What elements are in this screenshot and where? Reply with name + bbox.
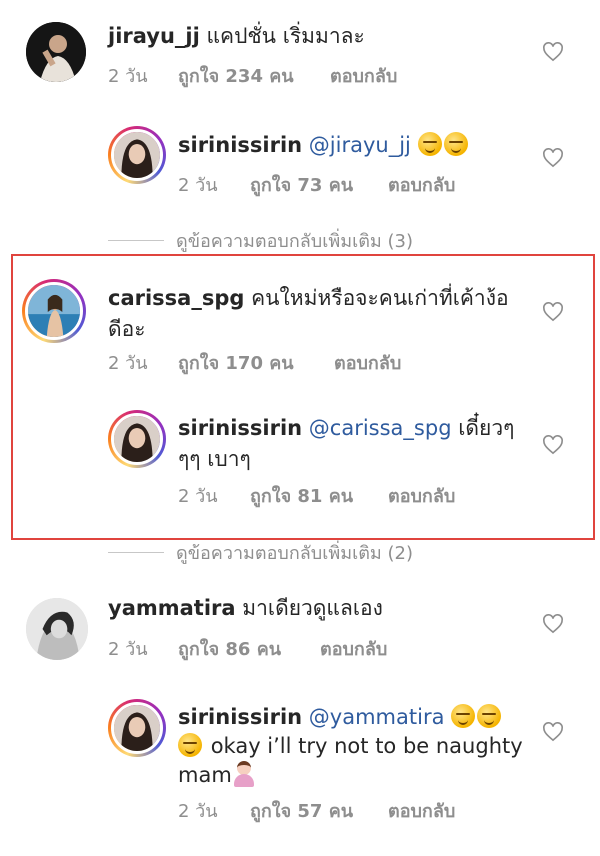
comment-likes[interactable]: ถูกใจ 81 คน — [250, 481, 388, 510]
comment-likes[interactable]: ถูกใจ 57 คน — [250, 796, 388, 825]
smirk-face-icon — [451, 704, 476, 728]
comment-time: 2 วัน — [178, 175, 218, 196]
comment-likes[interactable]: ถูกใจ 234 คน — [178, 61, 330, 90]
heart-icon[interactable] — [542, 302, 564, 322]
comment-meta: 2 วัน ถูกใจ 234 คน ตอบกลับ — [108, 61, 397, 90]
comment-meta: 2 วัน ถูกใจ 73 คน ตอบกลับ — [178, 170, 455, 199]
comment-text-continued: ดีอะ — [108, 317, 146, 341]
comment-meta: 2 วัน ถูกใจ 57 คน ตอบกลับ — [178, 796, 455, 825]
view-more-label: ดูข้อความตอบกลับเพิ่มเติม (2) — [176, 543, 414, 564]
view-more-label: ดูข้อความตอบกลับเพิ่มเติม (3) — [176, 231, 414, 252]
comment-likes[interactable]: ถูกใจ 73 คน — [250, 170, 388, 199]
reply-button[interactable]: ตอบกลับ — [388, 170, 455, 199]
comment-time: 2 วัน — [108, 353, 148, 374]
comment-time: 2 วัน — [108, 66, 148, 87]
comment-time: 2 วัน — [178, 486, 218, 507]
comment-username[interactable]: yammatira — [108, 596, 236, 620]
woman-gesturing-ok-icon — [232, 761, 256, 787]
wink-face-icon — [417, 132, 442, 156]
reply-button[interactable]: ตอบกลับ — [388, 481, 455, 510]
comment-time: 2 วัน — [108, 639, 148, 660]
comment-meta: 2 วัน ถูกใจ 81 คน ตอบกลับ — [178, 481, 455, 510]
comment-text: okay i’ll try not to be naughty — [210, 734, 523, 758]
avatar[interactable] — [22, 279, 86, 343]
divider — [108, 240, 164, 241]
avatar[interactable] — [108, 126, 166, 184]
smirk-face-icon — [178, 733, 202, 757]
comment-username[interactable]: carissa_spg — [108, 286, 244, 310]
heart-icon[interactable] — [542, 722, 564, 742]
heart-icon[interactable] — [542, 42, 564, 62]
comment-text: เดี๋ยวๆ — [458, 416, 515, 440]
heart-icon[interactable] — [542, 614, 564, 634]
comment-username[interactable]: sirinissirin — [178, 416, 302, 440]
mention-link[interactable]: @yammatira — [309, 705, 445, 729]
smirk-face-icon — [443, 132, 468, 156]
view-more-replies[interactable]: ดูข้อความตอบกลับเพิ่มเติม (3) — [108, 226, 413, 255]
comment-text: มาเดียวดูแลเอง — [242, 596, 383, 620]
reply-button[interactable]: ตอบกลับ — [334, 348, 401, 377]
heart-icon[interactable] — [542, 148, 564, 168]
divider — [108, 552, 164, 553]
comment-username[interactable]: sirinissirin — [178, 705, 302, 729]
comment-likes[interactable]: ถูกใจ 86 คน — [178, 634, 320, 663]
comment-meta: 2 วัน ถูกใจ 170 คน ตอบกลับ — [108, 348, 401, 377]
reply-button[interactable]: ตอบกลับ — [320, 634, 387, 663]
comment-text-continued: ๆๆ เบาๆ — [178, 447, 251, 471]
reply-button[interactable]: ตอบกลับ — [388, 796, 455, 825]
mention-link[interactable]: @jirayu_jj — [309, 133, 411, 157]
mention-link[interactable]: @carissa_spg — [309, 416, 452, 440]
avatar[interactable] — [26, 22, 86, 82]
smirk-face-icon — [477, 704, 502, 728]
view-more-replies[interactable]: ดูข้อความตอบกลับเพิ่มเติม (2) — [108, 538, 413, 567]
comment-likes[interactable]: ถูกใจ 170 คน — [178, 348, 334, 377]
heart-icon[interactable] — [542, 435, 564, 455]
comment-text: คนใหม่หรือจะคนเก่าที่เค้าง้อ — [251, 286, 509, 310]
comment-time: 2 วัน — [178, 801, 218, 822]
comment-username[interactable]: sirinissirin — [178, 133, 302, 157]
comment-meta: 2 วัน ถูกใจ 86 คน ตอบกลับ — [108, 634, 387, 663]
comment-text-continued: mam — [178, 763, 232, 787]
avatar[interactable] — [108, 699, 166, 757]
avatar[interactable] — [108, 410, 166, 468]
avatar[interactable] — [26, 598, 88, 660]
comment-text: แคปชั่น เริ่มมาละ — [206, 24, 365, 48]
reply-button[interactable]: ตอบกลับ — [330, 61, 397, 90]
comment-username[interactable]: jirayu_jj — [108, 24, 200, 48]
